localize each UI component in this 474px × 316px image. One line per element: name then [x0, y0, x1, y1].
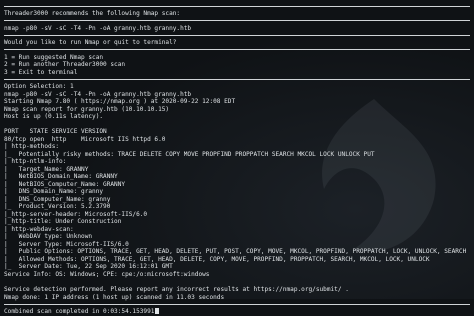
output-line: | DNS_Computer_Name: granny — [4, 195, 111, 203]
scan-completed-footer: Combined scan completed in 0:03:54.15399… — [4, 308, 470, 316]
menu-option-1: 1 = Run suggested Nmap scan — [4, 53, 104, 61]
recommended-command: nmap -p80 -sV -sC -T4 -Pn -oA granny.htb… — [4, 24, 192, 32]
output-line: | Allowed Methods: OPTIONS, TRACE, GET, … — [4, 255, 430, 263]
output-line: Host is up (0.11s latency). — [4, 113, 104, 121]
output-line: | http-webdav-scan: — [4, 225, 74, 233]
separator — [4, 78, 470, 80]
output-line: | DNS_Domain_Name: granny — [4, 188, 104, 196]
menu-option-2: 2 = Run another Threader3000 scan — [4, 61, 126, 69]
output-line: 80/tcp open http Microsoft IIS httpd 6.0 — [4, 135, 166, 143]
separator — [4, 49, 470, 51]
output-line: | Target_Name: GRANNY — [4, 165, 89, 173]
output-line: |_http-title: Under Construction — [4, 218, 122, 226]
output-line: | http-methods: — [4, 143, 60, 151]
separator — [4, 20, 470, 22]
output-line: Service Info: OS: Windows; CPE: cpe:/o:m… — [4, 270, 210, 278]
output-line: | http-ntlm-info: — [4, 158, 67, 166]
separator — [4, 34, 470, 36]
menu-option-3: 3 = Exit to terminal — [4, 68, 78, 76]
output-line: |_ Product_Version: 5.2.3790 — [4, 203, 111, 211]
nmap-output: nmap -p80 -sV -sC -T4 -Pn -oA granny.htb… — [4, 91, 470, 301]
prompt-question: Would you like to run Nmap or quit to te… — [4, 39, 177, 47]
terminal-window[interactable]: Threader3000 recommends the following Nm… — [0, 0, 474, 315]
terminal-cursor — [155, 308, 160, 315]
output-line: nmap -p80 -sV -sC -T4 -Pn -oA granny.htb… — [4, 90, 192, 98]
output-line: PORT STATE SERVICE VERSION — [4, 128, 107, 136]
output-line: Service detection performed. Please repo… — [4, 286, 349, 294]
output-line: Starting Nmap 7.80 ( https://nmap.org ) … — [4, 98, 236, 106]
output-line: |_http-server-header: Microsoft-IIS/6.0 — [4, 210, 148, 218]
output-line: Nmap done: 1 IP address (1 host up) scan… — [4, 293, 225, 301]
scan-completed-text: Combined scan completed in 0:03:54.15399… — [4, 308, 155, 316]
output-line: | Server Type: Microsoft-IIS/6.0 — [4, 240, 129, 248]
output-line: | Public Options: OPTIONS, TRACE, GET, H… — [4, 248, 467, 256]
separator — [4, 303, 470, 305]
output-line: |_ Server Date: Tue, 22 Sep 2020 16:12:0… — [4, 263, 173, 271]
output-line: | NetBIOS_Domain_Name: GRANNY — [4, 173, 118, 181]
output-line: | NetBIOS_Computer_Name: GRANNY — [4, 180, 126, 188]
output-line: Nmap scan report for granny.htb (10.10.1… — [4, 105, 170, 113]
recommendation-header: Threader3000 recommends the following Nm… — [4, 10, 181, 17]
separator — [4, 5, 470, 7]
output-line: |_ Potentially risky methods: TRACE DELE… — [4, 150, 375, 158]
output-line: | WebDAV type: Unknown — [4, 233, 93, 241]
option-selection: Option Selection: 1 — [4, 83, 74, 91]
